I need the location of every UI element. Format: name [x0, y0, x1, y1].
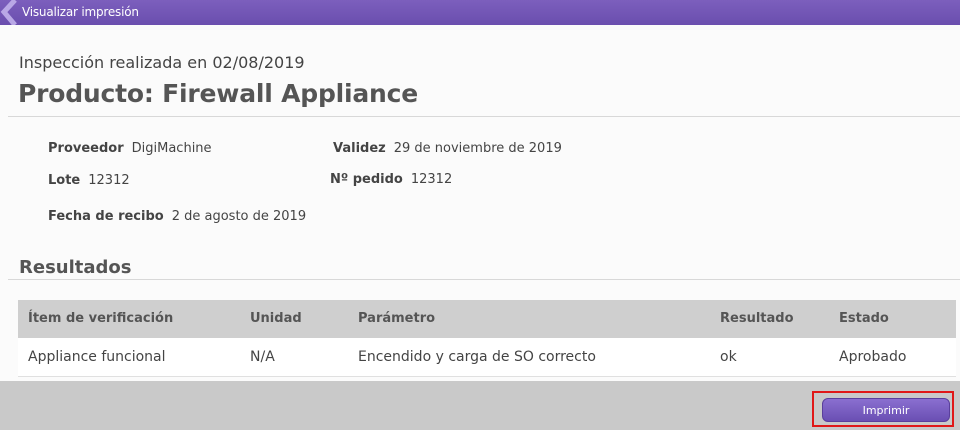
received-date-field: Fecha de recibo 2 de agosto de 2019 [48, 209, 306, 224]
validity-value: 29 de noviembre de 2019 [393, 141, 562, 156]
back-arrow-icon[interactable] [0, 0, 18, 25]
results-section-title: Resultados [19, 257, 132, 278]
cell-result: ok [720, 349, 737, 365]
cell-unit: N/A [250, 349, 275, 365]
validity-label: Validez [333, 141, 386, 156]
column-header-status: Estado [839, 311, 889, 326]
print-button[interactable]: Imprimir [822, 398, 950, 422]
lot-field: Lote 12312 [48, 173, 130, 188]
column-header-unit: Unidad [250, 311, 302, 326]
order-value: 12312 [410, 172, 453, 187]
column-header-result: Resultado [720, 311, 794, 326]
inspection-date-subtitle: Inspección realizada en 02/08/2019 [19, 53, 305, 72]
received-date-label: Fecha de recibo [48, 209, 164, 224]
column-header-item: Ítem de verificación [28, 311, 174, 326]
cell-parameter: Encendido y carga de SO correcto [358, 349, 596, 365]
product-title: Producto: Firewall Appliance [18, 79, 419, 108]
title-bar: Visualizar impresión [0, 0, 960, 25]
table-header: Ítem de verificación Unidad Parámetro Re… [18, 300, 956, 338]
divider [8, 279, 960, 280]
results-table: Ítem de verificación Unidad Parámetro Re… [18, 300, 956, 381]
table-row: Appliance funcional N/A Encendido y carg… [18, 338, 956, 377]
lot-value: 12312 [88, 173, 130, 188]
divider [8, 116, 960, 117]
supplier-value: DigiMachine [131, 141, 212, 156]
validity-field: Validez 29 de noviembre de 2019 [333, 141, 562, 156]
order-label: Nº pedido [330, 172, 403, 187]
received-date-value: 2 de agosto de 2019 [171, 209, 307, 224]
footer-bar: Imprimir [0, 381, 960, 430]
cell-status: Aprobado [839, 349, 907, 365]
lot-label: Lote [48, 173, 81, 188]
column-header-parameter: Parámetro [358, 311, 436, 326]
supplier-label: Proveedor [48, 141, 124, 156]
order-field: Nº pedido 12312 [330, 172, 452, 187]
cell-item: Appliance funcional [28, 349, 166, 365]
window-title: Visualizar impresión [22, 5, 139, 19]
supplier-field: Proveedor DigiMachine [48, 141, 212, 156]
print-preview-content: Inspección realizada en 02/08/2019 Produ… [0, 25, 960, 381]
